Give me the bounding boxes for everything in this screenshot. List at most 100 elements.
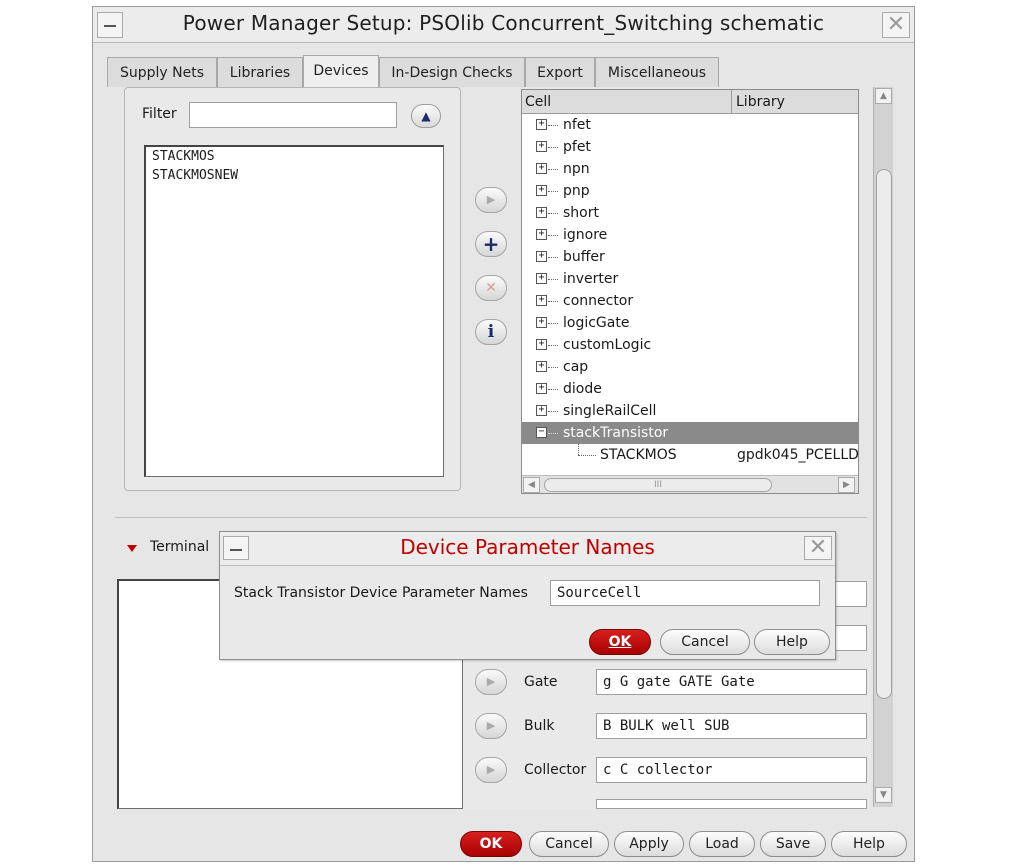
help-button[interactable]: Help [831, 831, 907, 857]
tree-row-connector[interactable]: + connector [522, 290, 858, 312]
gate-label: Gate [524, 674, 558, 690]
dialog-ok-button[interactable]: OK [589, 629, 651, 655]
tree-row-short[interactable]: + short [522, 202, 858, 224]
device-list-panel: Filter ▲ STACKMOS STACKMOSNEW [124, 87, 461, 491]
tree-row-cap[interactable]: + cap [522, 356, 858, 378]
triangle-down-icon [127, 545, 137, 552]
expand-icon[interactable]: + [536, 339, 547, 350]
expand-icon[interactable]: + [536, 229, 547, 240]
tree-row-pnp[interactable]: + pnp [522, 180, 858, 202]
expand-icon[interactable]: + [536, 185, 547, 196]
tab-export[interactable]: Export [525, 57, 595, 87]
expand-icon[interactable]: + [536, 207, 547, 218]
section-divider [115, 517, 867, 518]
expand-icon[interactable]: + [536, 163, 547, 174]
tab-supply-nets[interactable]: Supply Nets [107, 57, 217, 87]
collapse-icon[interactable]: − [536, 427, 547, 438]
move-right-button[interactable]: ▶ [475, 187, 507, 213]
tree-row-customlogic[interactable]: + customLogic [522, 334, 858, 356]
tree-row-buffer[interactable]: + buffer [522, 246, 858, 268]
info-icon: i [487, 322, 495, 342]
terminal-section-toggle[interactable] [127, 545, 137, 552]
bulk-assign-button[interactable]: ▶ [475, 713, 507, 739]
play-icon: ▶ [486, 193, 496, 206]
play-icon: ▶ [486, 675, 496, 688]
cell-library-tree[interactable]: Cell Library + nfet + pfet + npn + pnp + shor… [521, 89, 859, 494]
tree-row-ignore[interactable]: + ignore [522, 224, 858, 246]
tree-row-pfet[interactable]: + pfet [522, 136, 858, 158]
gate-field[interactable]: g G gate GATE Gate [596, 669, 867, 695]
dialog-menu-button[interactable] [223, 536, 249, 560]
plus-icon: + [482, 232, 500, 256]
bulk-label: Bulk [524, 718, 555, 734]
collector-assign-button[interactable]: ▶ [475, 757, 507, 783]
next-field-partial[interactable] [596, 799, 867, 809]
dialog-title: Device Parameter Names [400, 535, 655, 559]
play-icon: ▶ [486, 719, 496, 732]
list-item[interactable]: STACKMOS [146, 147, 443, 166]
filter-input[interactable] [189, 102, 397, 128]
tab-libraries[interactable]: Libraries [217, 57, 303, 87]
filter-label: Filter [142, 106, 177, 122]
column-header-cell[interactable]: Cell [522, 90, 732, 114]
terminal-section-label: Terminal [150, 539, 210, 555]
play-icon: ▶ [486, 763, 496, 776]
dialog-title-bar: Device Parameter Names ✕ [220, 532, 835, 566]
expand-icon[interactable]: + [536, 141, 547, 152]
load-button[interactable]: Load [689, 831, 755, 857]
tab-devices[interactable]: Devices [303, 55, 379, 87]
tree-row-logicgate[interactable]: + logicGate [522, 312, 858, 334]
scroll-right-icon[interactable]: ▶ [838, 477, 855, 493]
expand-icon[interactable]: + [536, 361, 547, 372]
expand-icon[interactable]: + [536, 383, 547, 394]
bulk-field[interactable]: B BULK well SUB [596, 713, 867, 739]
title-bar: Power Manager Setup: PSOlib Concurrent_S… [93, 7, 914, 43]
scroll-thumb[interactable]: III [544, 478, 772, 492]
stack-transistor-parameter-field[interactable]: SourceCell [550, 580, 820, 606]
expand-icon[interactable]: + [536, 405, 547, 416]
add-button[interactable]: + [475, 231, 507, 257]
filter-toggle-button[interactable]: ▲ [411, 104, 441, 128]
tree-row-npn[interactable]: + npn [522, 158, 858, 180]
device-parameter-names-dialog: Device Parameter Names ✕ Stack Transisto… [219, 531, 836, 660]
scroll-down-icon[interactable]: ▼ [875, 787, 892, 803]
tree-row-stackmos[interactable]: STACKMOS gpdk045_PCELLD [522, 444, 858, 466]
delete-button[interactable]: ✕ [475, 275, 507, 301]
collector-field[interactable]: c C collector [596, 757, 867, 783]
cancel-button[interactable]: Cancel [529, 831, 609, 857]
scroll-up-icon[interactable]: ▲ [875, 88, 892, 104]
column-header-library[interactable]: Library [733, 90, 858, 114]
triangle-up-icon: ▲ [421, 109, 431, 123]
dialog-help-button[interactable]: Help [754, 629, 830, 655]
expand-icon[interactable]: + [536, 273, 547, 284]
tab-in-design-checks[interactable]: In-Design Checks [379, 57, 525, 87]
close-icon[interactable]: ✕ [804, 536, 832, 560]
tree-header: Cell Library [522, 90, 858, 114]
window-menu-button[interactable] [97, 12, 123, 38]
ok-button[interactable]: OK [460, 831, 522, 857]
tree-row-stacktransistor[interactable]: − stackTransistor [522, 422, 858, 444]
vertical-scrollbar[interactable]: ▲ ▼ [873, 87, 893, 807]
tree-row-nfet[interactable]: + nfet [522, 114, 858, 136]
expand-icon[interactable]: + [536, 119, 547, 130]
dialog-cancel-button[interactable]: Cancel [660, 629, 750, 655]
list-item[interactable]: STACKMOSNEW [146, 166, 443, 185]
window-title: Power Manager Setup: PSOlib Concurrent_S… [182, 11, 825, 35]
scroll-thumb[interactable] [876, 169, 892, 699]
tree-row-singlerailcell[interactable]: + singleRailCell [522, 400, 858, 422]
delete-icon: ✕ [485, 280, 497, 296]
save-button[interactable]: Save [760, 831, 826, 857]
info-button[interactable]: i [475, 319, 507, 345]
tree-row-inverter[interactable]: + inverter [522, 268, 858, 290]
tab-miscellaneous[interactable]: Miscellaneous [595, 57, 719, 87]
expand-icon[interactable]: + [536, 251, 547, 262]
scroll-left-icon[interactable]: ◀ [523, 477, 540, 493]
device-listbox[interactable]: STACKMOS STACKMOSNEW [144, 145, 444, 477]
tree-row-diode[interactable]: + diode [522, 378, 858, 400]
expand-icon[interactable]: + [536, 317, 547, 328]
close-icon[interactable]: ✕ [882, 12, 910, 38]
expand-icon[interactable]: + [536, 295, 547, 306]
apply-button[interactable]: Apply [614, 831, 684, 857]
horizontal-scrollbar[interactable]: ◀ III ▶ [522, 475, 858, 493]
gate-assign-button[interactable]: ▶ [475, 669, 507, 695]
